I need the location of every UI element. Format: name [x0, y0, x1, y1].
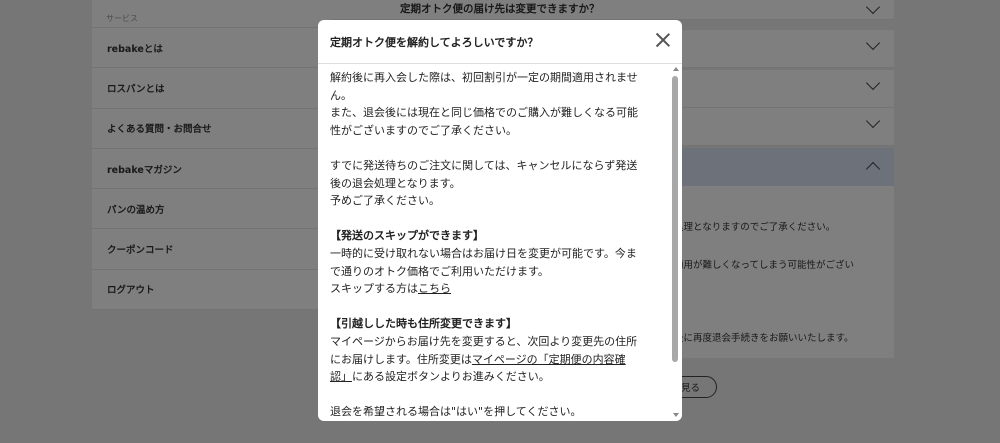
body-text: また、退会後には現在と同じ価格でのご購入が難しくなる可能 [330, 106, 638, 120]
body-text: 一時的に受け取れない場合はお届け日を変更が可能です。今ま [330, 246, 637, 260]
body-text: 退会を希望される場合は"はい"を押してください。 [330, 405, 582, 419]
dialog-title: 定期オトク便を解約してよろしいですか？ [330, 36, 539, 49]
scroll-up-arrow-icon[interactable] [673, 67, 679, 71]
dialog-divider [318, 63, 682, 64]
scroll-down-arrow-icon[interactable] [673, 413, 679, 417]
close-icon[interactable] [653, 30, 673, 50]
body-text: 後の退会処理となります。 [330, 176, 461, 190]
body-text: 性がございますのでご了承ください。 [330, 123, 517, 137]
move-heading: 【引越しした時も住所変更できます】 [330, 317, 517, 331]
body-text: ん。 [330, 88, 352, 102]
body-text: すでに発送待ちのご注文に関しては、キャンセルにならず発送 [330, 158, 638, 172]
body-text: にお届けします。住所変更は [330, 352, 472, 366]
scrollbar-thumb[interactable] [672, 76, 678, 362]
skip-link[interactable]: こちら [418, 282, 451, 295]
body-text: 解約後に再入会した際は、初回割引が一定の期間適用されませ [330, 71, 638, 84]
skip-heading: 【発送のスキップができます】 [330, 229, 484, 243]
dialog-body: 解約後に再入会した際は、初回割引が一定の期間適用されませ ん。 また、退会後には… [330, 69, 675, 419]
cancel-subscription-dialog: 定期オトク便を解約してよろしいですか？ 解約後に再入会した際は、初回割引が一定の… [318, 20, 682, 421]
body-text: マイページからお届け先を変更すると、次回より変更先の住所 [330, 334, 638, 348]
body-text: にある設定ボタンよりお進みください。 [352, 370, 550, 384]
dialog-scrollbar[interactable] [671, 64, 680, 421]
body-text: スキップする方は [330, 282, 418, 296]
body-text: で通りのオトク価格でご利用いただけます。 [330, 264, 549, 278]
mypage-subscription-link[interactable]: 認」 [330, 370, 352, 383]
mypage-subscription-link[interactable]: マイページの「定期便の内容確 [472, 353, 626, 366]
body-text: 予めご了承ください。 [330, 194, 440, 208]
